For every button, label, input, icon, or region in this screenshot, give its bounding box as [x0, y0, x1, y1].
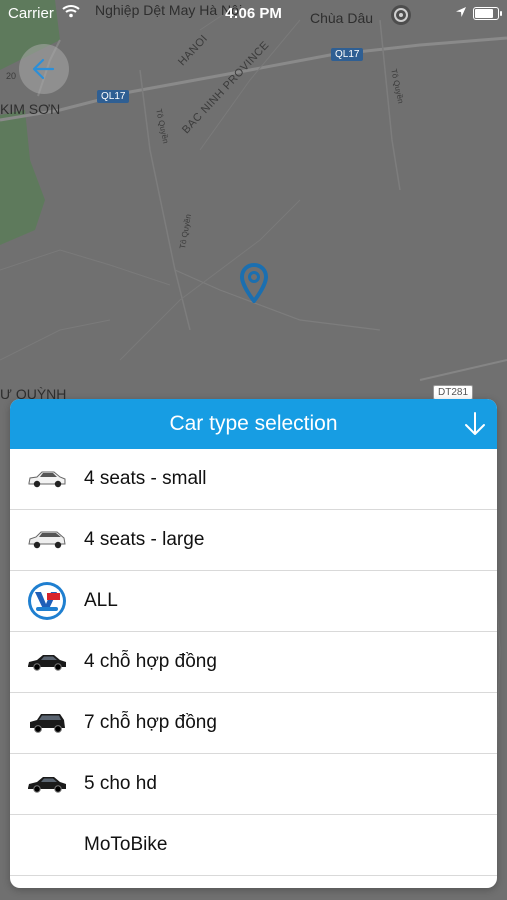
map-label-number: 20 — [6, 71, 17, 81]
car-type-item[interactable]: MoToBike — [10, 815, 497, 876]
collapse-button[interactable] — [463, 411, 487, 442]
car-type-item[interactable]: 4 seats - small — [10, 449, 497, 510]
black-sedan-icon — [26, 764, 68, 804]
car-type-label: 7 chỗ hợp đồng — [84, 712, 217, 733]
sheet-header: Car type selection — [10, 399, 497, 449]
brand-logo-icon — [26, 581, 68, 621]
car-type-label: 4 chỗ hợp đồng — [84, 651, 217, 672]
white-hatchback-icon — [26, 520, 68, 560]
car-type-sheet: Car type selection 4 seats - small 4 sea… — [10, 399, 497, 888]
map-label-kim-son: KIM SƠN — [0, 101, 61, 117]
car-type-label: MoToBike — [84, 834, 168, 855]
car-type-item[interactable]: ALL — [10, 571, 497, 632]
battery-icon — [473, 7, 502, 20]
car-type-label: 4 seats - small — [84, 468, 207, 489]
arrow-down-icon — [465, 412, 485, 435]
road-shield-ql17-right: QL17 — [331, 48, 364, 61]
location-arrow-icon — [455, 5, 467, 22]
white-sedan-icon — [26, 459, 68, 499]
road-shield-dt281: DT281 — [433, 385, 474, 400]
car-type-item[interactable]: 4 chỗ hợp đồng — [10, 632, 497, 693]
car-type-item[interactable]: 5 cho hd — [10, 754, 497, 815]
arrow-left-icon — [32, 58, 55, 80]
car-type-label: ALL — [84, 590, 118, 611]
status-bar: Carrier 4:06 PM — [0, 0, 507, 28]
back-button[interactable] — [19, 44, 69, 94]
status-time: 4:06 PM — [225, 5, 282, 22]
car-type-list: 4 seats - small 4 seats - large ALL 4 ch… — [10, 449, 497, 876]
black-suv-icon — [26, 703, 68, 743]
road-shield-ql17-left: QL17 — [97, 90, 130, 103]
car-type-label: 5 cho hd — [84, 773, 157, 794]
car-type-label: 4 seats - large — [84, 529, 205, 550]
battery-fill — [475, 9, 494, 18]
black-sedan-icon — [26, 642, 68, 682]
sheet-title: Car type selection — [169, 412, 338, 435]
car-type-item[interactable]: 7 chỗ hợp đồng — [10, 693, 497, 754]
car-type-item[interactable]: 4 seats - large — [10, 510, 497, 571]
